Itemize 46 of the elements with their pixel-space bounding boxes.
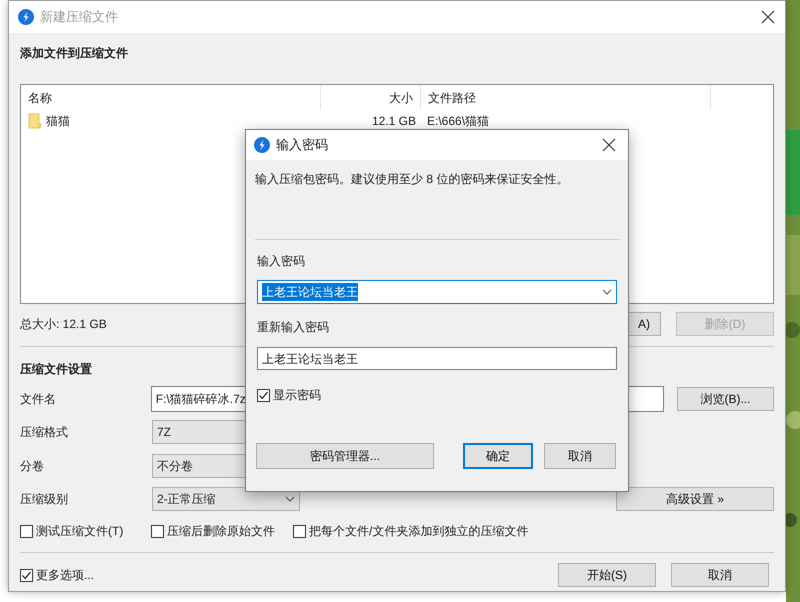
cancel-button[interactable]: 取消 [544, 443, 616, 469]
checkbox-label: 压缩后删除原始文件 [167, 523, 275, 540]
dialog-title: 输入密码 [276, 136, 329, 154]
field-label: 压缩格式 [20, 424, 69, 441]
field-label: 输入密码 [257, 253, 306, 270]
checkbox-label: 更多选项... [36, 567, 94, 584]
field-label: 文件名 [20, 391, 57, 408]
checkbox[interactable] [293, 524, 306, 538]
field-label: 重新输入密码 [257, 319, 330, 336]
checkbox[interactable] [20, 568, 33, 582]
section-heading: 添加文件到压缩文件 [20, 45, 129, 62]
checkbox[interactable] [257, 388, 270, 402]
checkbox[interactable] [20, 524, 33, 538]
file-size: 12.1 GB [370, 112, 417, 130]
chevron-down-icon [602, 289, 612, 295]
file-row[interactable]: 猫猫 12.1 GB E:\666\猫猫 [21, 110, 773, 131]
folder-icon [28, 112, 42, 128]
dialog-message: 输入压缩包密码。建议使用至少 8 位的密码来保证安全性。 [255, 171, 570, 188]
advanced-settings-button[interactable]: 高级设置 » [616, 487, 774, 511]
file-name: 猫猫 [46, 112, 70, 130]
password-field[interactable]: 上老王论坛当老王 [257, 280, 617, 304]
dropdown[interactable]: 2-正常压缩 [152, 487, 300, 511]
checkbox-label: 显示密码 [273, 387, 321, 404]
window-title: 新建压缩文件 [40, 8, 119, 26]
ok-button[interactable]: 确定 [463, 443, 533, 469]
browse-button[interactable]: 浏览(B)... [676, 387, 774, 411]
column-header[interactable]: 大小 [321, 85, 421, 110]
field-label: 分卷 [20, 458, 45, 475]
confirm-password-field[interactable]: 上老王论坛当老王 [257, 347, 617, 370]
cancel-button[interactable]: 取消 [671, 563, 769, 587]
app-logo-icon [18, 9, 34, 25]
column-header[interactable]: 文件路径 [421, 85, 711, 110]
checkbox-label: 测试压缩文件(T) [36, 523, 124, 540]
chevron-down-icon [285, 496, 295, 502]
close-icon[interactable] [602, 138, 616, 152]
checkbox-label: 把每个文件/文件夹添加到独立的压缩文件 [309, 523, 528, 540]
field-label: 压缩级别 [20, 491, 69, 508]
total-size: 总大小: 12.1 GB [20, 316, 107, 333]
close-icon[interactable] [761, 10, 775, 24]
file-path: E:\666\猫猫 [426, 112, 490, 130]
start-button[interactable]: 开始(S) [558, 563, 656, 587]
app-logo-icon [254, 137, 270, 153]
checkbox[interactable] [151, 524, 164, 538]
password-manager-button[interactable]: 密码管理器... [256, 443, 434, 469]
column-header[interactable]: 名称 [21, 85, 321, 110]
section-heading: 压缩文件设置 [20, 361, 93, 378]
